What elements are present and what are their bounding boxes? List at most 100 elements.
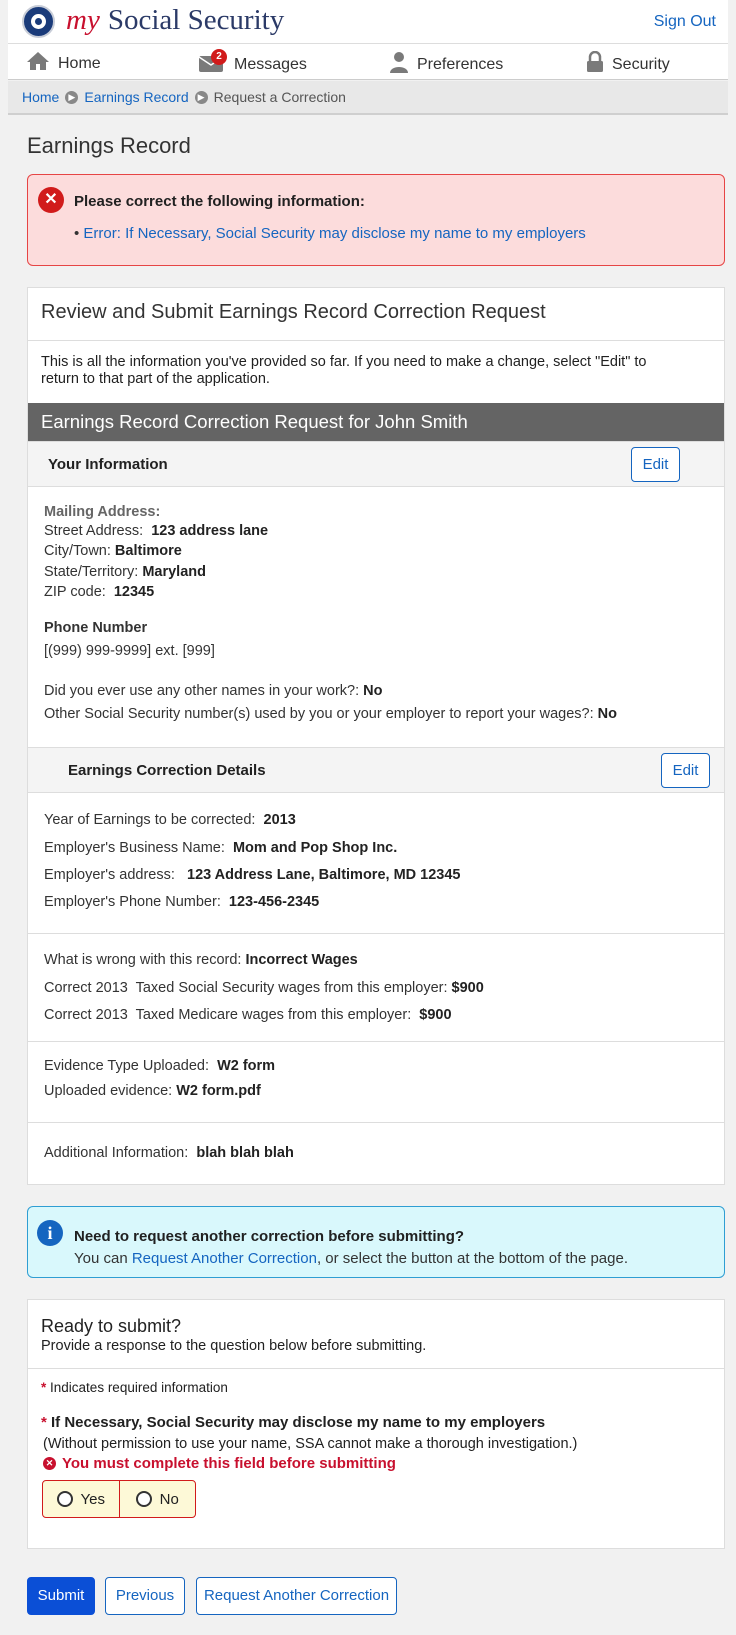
uploaded-evidence-value: W2 form.pdf [176, 1083, 261, 1099]
radio-yes[interactable]: Yes [43, 1481, 119, 1517]
field-error-text: You must complete this field before subm… [62, 1455, 396, 1472]
submit-panel: Ready to submit? Provide a response to t… [27, 1299, 725, 1549]
employer-address-value: 123 Address Lane, Baltimore, MD 12345 [187, 867, 461, 883]
nav-messages-label: Messages [234, 55, 307, 73]
city-value: Baltimore [114, 543, 182, 559]
error-bullet: • [74, 225, 84, 242]
zip-value: 12345 [113, 584, 155, 600]
radio-circle-icon [135, 1491, 152, 1507]
ssa-seal-logo [22, 5, 55, 38]
error-x-icon: ✕ [38, 187, 64, 213]
radio-yes-label: Yes [80, 1490, 105, 1508]
state-label: State/Territory: [44, 564, 139, 580]
nav-security-label: Security [612, 55, 670, 73]
info-icon: i [37, 1220, 63, 1246]
earnings-details-header: Earnings Correction Details Edit [28, 747, 724, 793]
info-alert-text: You can Request Another Correction, or s… [74, 1250, 628, 1267]
employer-phone-label: Employer's Phone Number: [44, 894, 221, 910]
wrong-value: Incorrect Wages [245, 952, 358, 968]
edit-your-information-button[interactable]: Edit [631, 447, 680, 482]
error-alert: ✕ Please correct the following informati… [27, 174, 725, 266]
disclosure-question-text: If Necessary, Social Security may disclo… [51, 1414, 546, 1431]
lock-icon [586, 50, 604, 78]
other-names-row: Did you ever use any other names in your… [44, 683, 383, 699]
medicare-wages-value: $900 [419, 1007, 452, 1023]
additional-info-row: Additional Information: blah blah blah [44, 1145, 294, 1161]
request-another-correction-button[interactable]: Request Another Correction [196, 1577, 397, 1615]
phone-label: Phone Number [44, 620, 148, 636]
other-ssn-value: No [597, 706, 618, 722]
breadcrumb-earnings-link[interactable]: Earnings Record [84, 89, 188, 105]
previous-button[interactable]: Previous [105, 1577, 185, 1615]
page-title: Earnings Record [27, 133, 191, 158]
edit-earnings-details-button[interactable]: Edit [661, 753, 710, 788]
zip-label: ZIP code: [44, 584, 106, 600]
mailing-address-label: Mailing Address: [44, 504, 161, 520]
street-value: 123 address lane [151, 523, 269, 539]
person-icon [389, 51, 409, 78]
sign-out-link[interactable]: Sign Out [654, 13, 716, 31]
error-x-icon: ✕ [43, 1457, 56, 1470]
your-information-heading: Your Information [48, 456, 168, 473]
other-ssn-label: Other Social Security number(s) used by … [44, 706, 594, 722]
required-note-text: Indicates required information [50, 1380, 228, 1395]
review-intro: This is all the information you've provi… [41, 354, 647, 387]
submit-button[interactable]: Submit [27, 1577, 95, 1615]
disclosure-help: (Without permission to use your name, SS… [43, 1436, 578, 1452]
nav-security[interactable]: Security [586, 50, 670, 78]
breadcrumb-current: Request a Correction [213, 89, 346, 105]
zip-row: ZIP code: 12345 [44, 584, 154, 600]
page-frame: my Social Security Sign Out Home 2 Messag… [8, 0, 728, 1635]
disclosure-question: * If Necessary, Social Security may disc… [41, 1414, 545, 1431]
uploaded-evidence-row: Uploaded evidence: W2 form.pdf [44, 1083, 261, 1099]
medicare-wages-row: Correct 2013 Taxed Medicare wages from t… [44, 1007, 452, 1023]
employer-value: Mom and Pop Shop Inc. [232, 840, 398, 856]
year-value: 2013 [263, 812, 296, 828]
brand-my: my [66, 4, 100, 36]
wrong-row: What is wrong with this record: Incorrec… [44, 952, 358, 968]
error-link[interactable]: Error: If Necessary, Social Security may… [83, 225, 585, 242]
additional-info-value: blah blah blah [196, 1145, 294, 1161]
uploaded-evidence-label: Uploaded evidence: [44, 1083, 173, 1099]
chevron-right-icon: ▶ [194, 90, 208, 104]
earnings-details-heading: Earnings Correction Details [68, 762, 266, 779]
disclosure-radio-group: Yes No [42, 1480, 196, 1518]
review-title: Review and Submit Earnings Record Correc… [41, 301, 546, 323]
nav-preferences-label: Preferences [417, 55, 504, 73]
site-brand[interactable]: my Social Security [66, 4, 284, 37]
nav-home[interactable]: Home [26, 51, 101, 76]
nav-home-label: Home [58, 54, 101, 72]
request-another-correction-link[interactable]: Request Another Correction [132, 1250, 317, 1267]
home-icon [26, 51, 50, 76]
divider [28, 933, 724, 934]
review-panel: Review and Submit Earnings Record Correc… [27, 287, 725, 1185]
employer-label: Employer's Business Name: [44, 840, 225, 856]
divider [28, 1041, 724, 1042]
other-names-label: Did you ever use any other names in your… [44, 683, 360, 699]
your-information-header: Your Information Edit [28, 441, 724, 487]
street-label: Street Address: [44, 523, 144, 539]
ss-wages-value: $900 [451, 980, 484, 996]
nav-preferences[interactable]: Preferences [389, 51, 503, 78]
city-row: City/Town: Baltimore [44, 543, 182, 559]
messages-badge: 2 [211, 49, 227, 65]
required-asterisk: * [41, 1414, 47, 1431]
field-error: ✕ You must complete this field before sub… [43, 1455, 396, 1472]
employer-address-row: Employer's address: 123 Address Lane, Ba… [44, 867, 460, 883]
year-row: Year of Earnings to be corrected: 2013 [44, 812, 296, 828]
nav-messages[interactable]: 2 Messages [198, 49, 307, 78]
ss-wages-row: Correct 2013 Taxed Social Security wages… [44, 980, 484, 996]
chevron-right-icon: ▶ [65, 90, 79, 104]
info-alert-title: Need to request another correction befor… [74, 1228, 465, 1245]
breadcrumb-home-link[interactable]: Home [22, 89, 59, 105]
required-asterisk: * [41, 1380, 47, 1395]
divider [28, 340, 724, 341]
radio-no[interactable]: No [118, 1481, 196, 1517]
submit-title: Ready to submit? [41, 1316, 182, 1336]
submit-subtitle: Provide a response to the question below… [41, 1338, 427, 1354]
wrong-label: What is wrong with this record: [44, 952, 242, 968]
employer-row: Employer's Business Name: Mom and Pop Sh… [44, 840, 397, 856]
additional-info-label: Additional Information: [44, 1145, 189, 1161]
divider [28, 1368, 724, 1369]
radio-circle-icon [56, 1491, 73, 1507]
